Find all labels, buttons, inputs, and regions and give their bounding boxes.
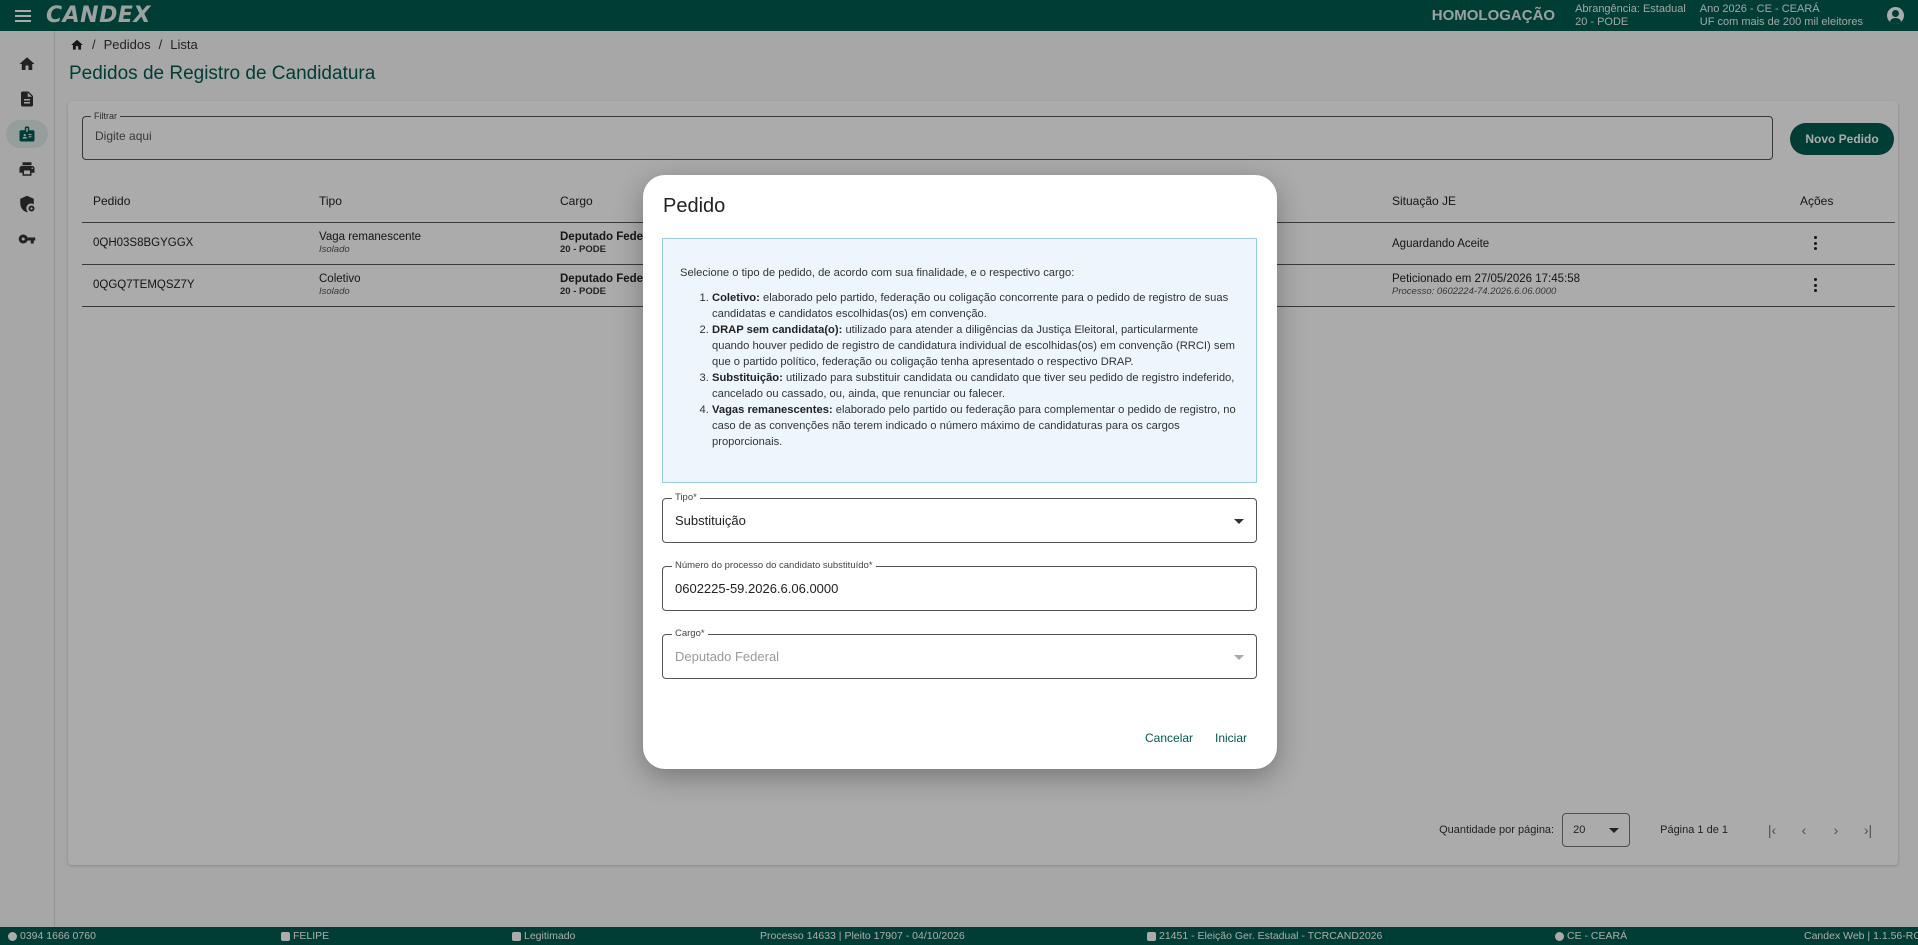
dropdown-arrow-icon <box>1234 655 1244 660</box>
process-number-value: 0602225-59.2026.6.06.0000 <box>675 581 839 596</box>
new-request-dialog: Pedido Selecione o tipo de pedido, de ac… <box>643 175 1277 769</box>
list-item: Vagas remanescentes: elaborado pelo part… <box>712 402 1238 450</box>
tipo-select[interactable]: Tipo* Substituição <box>662 492 1257 543</box>
cargo-value: Deputado Federal <box>675 649 780 664</box>
list-item: DRAP sem candidata(o): utilizado para at… <box>712 322 1238 370</box>
process-number-field[interactable]: Número do processo do candidato substitu… <box>662 560 1257 611</box>
dialog-title: Pedido <box>663 195 726 217</box>
list-item: Substituição: utilizado para substituir … <box>712 370 1238 402</box>
request-type-list: Coletivo: elaborado pelo partido, federa… <box>680 290 1238 450</box>
process-number-label: Número do processo do candidato substitu… <box>672 560 876 571</box>
tipo-value: Substituição <box>675 513 746 528</box>
tipo-label: Tipo* <box>672 492 700 503</box>
start-button[interactable]: Iniciar <box>1215 731 1247 745</box>
request-type-info: Selecione o tipo de pedido, de acordo co… <box>662 238 1257 483</box>
cargo-select[interactable]: Cargo* Deputado Federal <box>662 628 1257 679</box>
info-intro: Selecione o tipo de pedido, de acordo co… <box>680 267 1075 279</box>
cancel-button[interactable]: Cancelar <box>1145 731 1193 745</box>
cargo-label: Cargo* <box>672 628 708 639</box>
dropdown-arrow-icon <box>1234 519 1244 524</box>
list-item: Coletivo: elaborado pelo partido, federa… <box>712 290 1238 322</box>
